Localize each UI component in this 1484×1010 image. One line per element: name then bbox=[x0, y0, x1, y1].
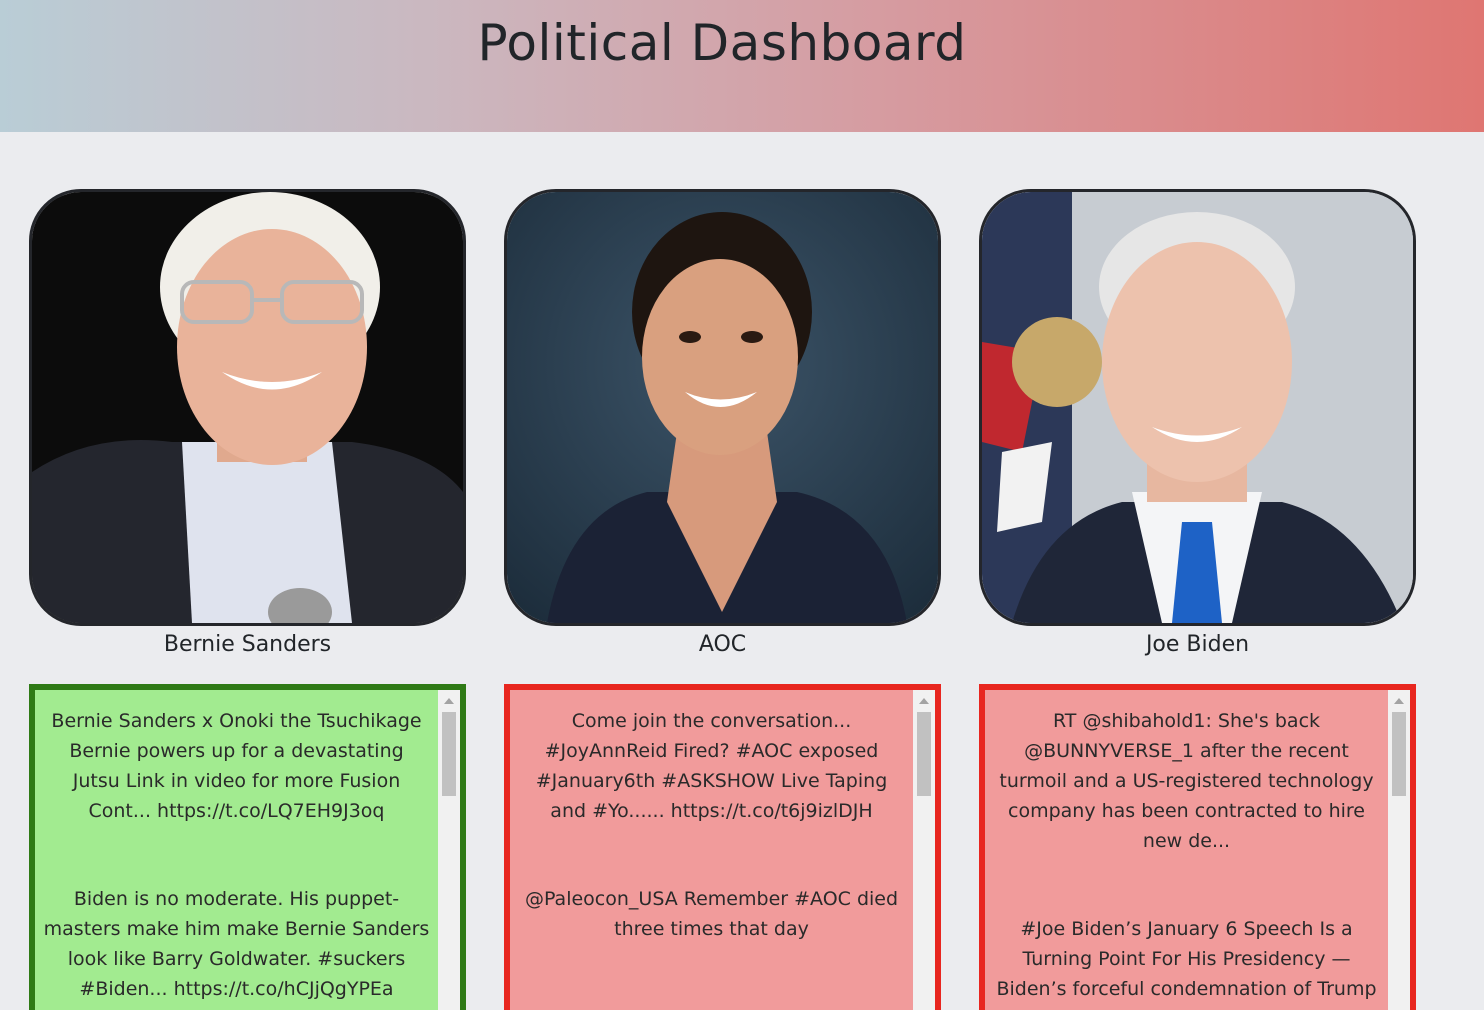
tweet-text: #Joe Biden’s January 6 Speech Is a Turni… bbox=[996, 918, 1377, 1010]
tweet-list: RT @shibahold1: She's back @BUNNYVERSE_1… bbox=[985, 690, 1388, 1010]
politician-name: Bernie Sanders bbox=[163, 632, 332, 657]
tweet-text: Come join the conversation... #JoyAnnRei… bbox=[535, 710, 888, 822]
scroll-up-arrow-icon[interactable] bbox=[1394, 698, 1404, 704]
tweet-text: @Paleocon_USA Remember #AOC died three t… bbox=[524, 888, 899, 940]
scroll-up-arrow-icon[interactable] bbox=[444, 698, 454, 704]
politician-card-biden[interactable]: Joe Biden bbox=[979, 189, 1416, 657]
scroll-thumb[interactable] bbox=[442, 712, 456, 796]
politician-photo[interactable] bbox=[504, 189, 941, 626]
tweet-list: Come join the conversation... #JoyAnnRei… bbox=[510, 690, 913, 1010]
tweet-feed-biden[interactable]: RT @shibahold1: She's back @BUNNYVERSE_1… bbox=[979, 684, 1416, 1010]
tweet-feed-bernie[interactable]: Bernie Sanders x Onoki the Tsuchikage Be… bbox=[29, 684, 466, 1010]
feed-scrollbar[interactable] bbox=[438, 690, 460, 1010]
politician-card-bernie[interactable]: Bernie Sanders bbox=[29, 189, 466, 657]
tweet-feed-aoc[interactable]: Come join the conversation... #JoyAnnRei… bbox=[504, 684, 941, 1010]
scroll-up-arrow-icon[interactable] bbox=[919, 698, 929, 704]
politician-name: Joe Biden bbox=[1145, 632, 1250, 657]
scroll-thumb[interactable] bbox=[1392, 712, 1406, 796]
politician-card-aoc[interactable]: AOC bbox=[504, 189, 941, 657]
header-banner: Political Dashboard bbox=[0, 0, 1484, 132]
politician-photo[interactable] bbox=[29, 189, 466, 626]
tweet-list: Bernie Sanders x Onoki the Tsuchikage Be… bbox=[35, 690, 438, 1010]
scroll-thumb[interactable] bbox=[917, 712, 931, 796]
feed-scrollbar[interactable] bbox=[1388, 690, 1410, 1010]
tweet-text: RT @shibahold1: She's back @BUNNYVERSE_1… bbox=[999, 710, 1374, 852]
politician-photo[interactable] bbox=[979, 189, 1416, 626]
politician-name: AOC bbox=[698, 632, 747, 657]
page-title: Political Dashboard bbox=[477, 14, 967, 72]
feed-scrollbar[interactable] bbox=[913, 690, 935, 1010]
tweet-text: Bernie Sanders x Onoki the Tsuchikage Be… bbox=[51, 710, 422, 822]
tweet-text: Biden is no moderate. His puppet-masters… bbox=[43, 888, 430, 1000]
